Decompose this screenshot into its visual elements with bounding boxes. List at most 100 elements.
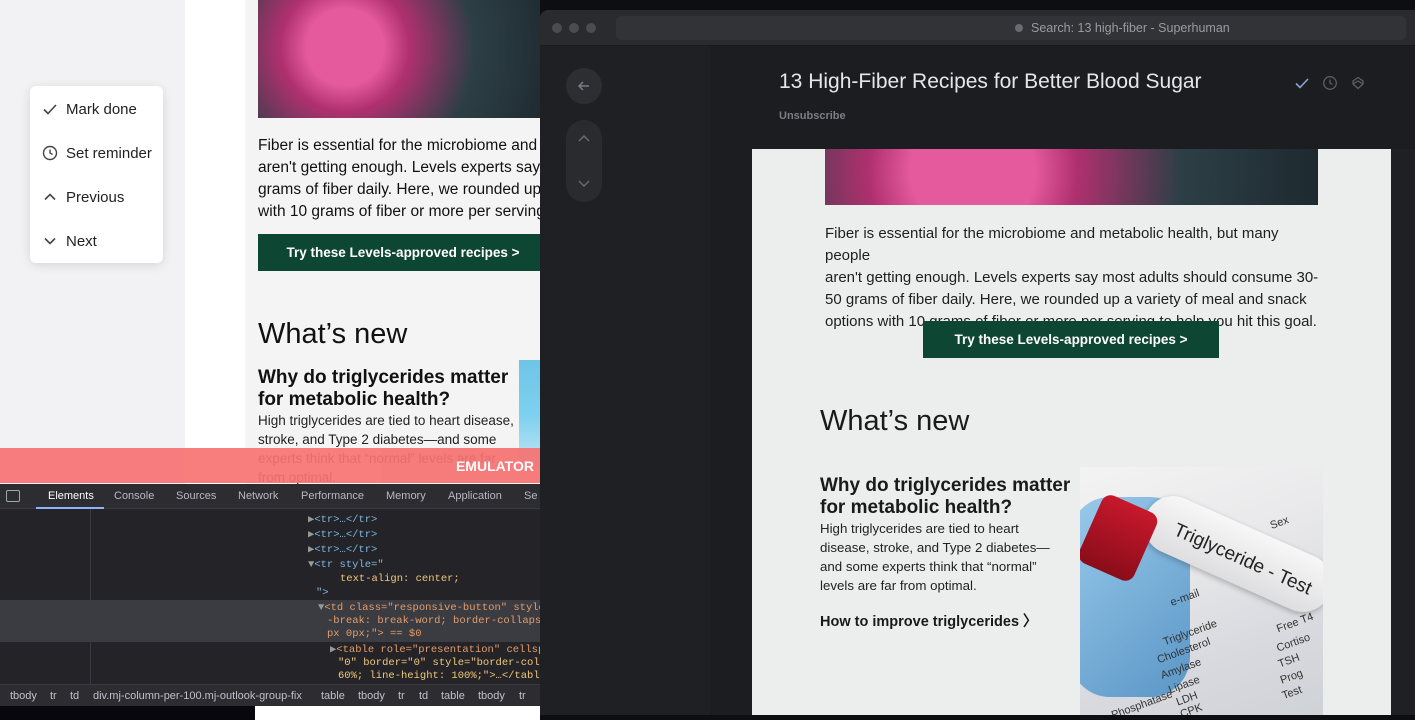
breadcrumb-item[interactable]: tr (519, 690, 526, 702)
code-text: "> (316, 587, 329, 599)
superhuman-window: Search: 13 high-fiber - Superhuman 13 Hi… (540, 10, 1415, 715)
done-check-icon[interactable] (1294, 75, 1310, 91)
tab-network[interactable]: Network (238, 490, 278, 502)
active-tab-indicator (36, 507, 104, 509)
menu-item-label: Previous (66, 188, 125, 206)
window-titlebar: Search: 13 high-fiber - Superhuman (540, 10, 1415, 46)
menu-item-label: Set reminder (66, 144, 152, 162)
breadcrumb-item[interactable]: td (419, 690, 428, 702)
message-navigation (566, 120, 602, 202)
form-text: Sex (1268, 514, 1291, 532)
chevron-down-icon[interactable] (577, 176, 591, 190)
clock-icon[interactable] (1322, 75, 1338, 91)
dom-node[interactable]: ▶<tr>…</tr> (308, 544, 377, 557)
menu-item-mark-done[interactable]: Mark done (42, 97, 137, 121)
breadcrumb-item[interactable]: table (441, 690, 465, 702)
emulator-label: EMULATOR (455, 458, 534, 474)
code-text: <tr>…</tr> (314, 544, 378, 556)
article-body: High triglycerides are tied to heart dis… (820, 521, 1050, 593)
form-text: Test (1280, 683, 1304, 703)
device-toolbar-icon[interactable] (6, 490, 20, 502)
left-para-line: with 10 grams of fiber or more per servi… (258, 203, 540, 220)
window-close-button[interactable] (552, 23, 562, 33)
tab-memory[interactable]: Memory (386, 490, 426, 502)
menu-item-label: Mark done (66, 100, 137, 118)
menu-item-previous[interactable]: Previous (42, 185, 124, 209)
breadcrumb-item[interactable]: td (70, 690, 79, 702)
back-button[interactable] (566, 68, 602, 104)
form-text: Prog (1278, 667, 1305, 687)
para-line: 50 grams of fiber daily. Here, we rounde… (825, 291, 1307, 308)
left-whats-new-heading: What’s new (258, 318, 408, 350)
menu-item-label: Next (66, 232, 97, 250)
left-para-line: Fiber is essential for the microbiome an… (258, 137, 540, 154)
breadcrumb-item[interactable]: tbody (358, 690, 385, 702)
emulator-banner: EMULATOR (0, 448, 540, 483)
devtools-panel: Elements Console Sources Network Perform… (0, 484, 548, 706)
window-minimize-button[interactable] (569, 23, 579, 33)
menu-item-set-reminder[interactable]: Set reminder (42, 141, 152, 165)
check-icon (43, 104, 57, 115)
menu-item-next[interactable]: Next (42, 229, 97, 253)
reader-right-gutter (1391, 149, 1415, 715)
tab-console[interactable]: Console (114, 490, 154, 502)
dom-node[interactable]: ▶<table role="presentation" cellsp (330, 644, 544, 657)
code-text: <tr style=" (314, 559, 384, 571)
code-text: <td class="responsive-button" style (324, 602, 545, 614)
breadcrumb-item[interactable]: tbody (10, 690, 37, 702)
breadcrumb-item[interactable]: tr (398, 690, 405, 702)
left-para-line: grams of fiber daily. Here, we rounded u… (258, 181, 540, 198)
left-cta-button[interactable]: Try these Levels-approved recipes > (258, 234, 540, 271)
code-text: 60%; line-height: 100%;">…</tabl (338, 670, 540, 682)
dom-node-selected[interactable]: ▼<td class="responsive-button" style (318, 602, 545, 615)
unsubscribe-link[interactable]: Unsubscribe (779, 110, 846, 122)
window-title-bar-field (616, 16, 1406, 40)
tab-security[interactable]: Se (524, 490, 537, 502)
dom-node[interactable]: ▶<tr>…</tr> (308, 514, 377, 527)
tab-sources[interactable]: Sources (176, 490, 216, 502)
chevron-up-icon (44, 193, 56, 201)
email-body: Fiber is essential for the microbiome an… (752, 149, 1391, 715)
code-text: <tr>…</tr> (314, 514, 378, 526)
clock-icon (42, 145, 58, 161)
breadcrumb-item[interactable]: tr (50, 690, 57, 702)
devtools-gutter (90, 509, 91, 684)
left-hero-image (258, 0, 540, 118)
code-text: -break: break-word; border-collapse (327, 615, 548, 627)
whats-new-heading: What’s new (820, 405, 970, 437)
breadcrumb-item[interactable]: tbody (478, 690, 505, 702)
tab-performance[interactable]: Performance (301, 490, 364, 502)
tab-elements[interactable]: Elements (48, 490, 94, 502)
arrow-left-icon (577, 81, 589, 91)
form-text: Free T4 (1275, 610, 1316, 636)
label-icon[interactable] (1350, 75, 1366, 91)
article-link[interactable]: How to improve triglycerides 〉 (820, 610, 1038, 631)
code-text: text-align: center; (340, 573, 460, 585)
form-text: Cortiso (1274, 631, 1312, 655)
dom-node[interactable]: ▶<tr>…</tr> (308, 529, 377, 542)
chevron-down-icon (44, 237, 56, 245)
code-text: <table role="presentation" cellsp (336, 644, 545, 656)
recipes-cta-button[interactable]: Try these Levels-approved recipes > (923, 321, 1219, 358)
breadcrumb-item[interactable]: div.mj-column-per-100.mj-outlook-group-f… (93, 690, 302, 702)
para-line: Fiber is essential for the microbiome an… (825, 225, 1279, 264)
left-strip (185, 0, 245, 490)
article-title[interactable]: Why do triglycerides matter for metaboli… (820, 475, 1075, 519)
tab-application[interactable]: Application (448, 490, 502, 502)
email-hero-image (825, 149, 1318, 205)
window-zoom-button[interactable] (586, 23, 596, 33)
left-article-title[interactable]: Why do triglycerides matter for metaboli… (258, 367, 518, 411)
code-text: "0" border="0" style="border-coll (338, 657, 546, 669)
email-intro-paragraph: Fiber is essential for the microbiome an… (825, 223, 1325, 333)
code-text: px 0px;"> == $0 (327, 628, 422, 640)
code-text: <tr>…</tr> (314, 529, 378, 541)
window-title: Search: 13 high-fiber - Superhuman (1031, 21, 1230, 35)
chevron-up-icon[interactable] (577, 132, 591, 146)
devtools-breadcrumb: tbody tr td div.mj-column-per-100.mj-out… (0, 684, 540, 706)
triglyceride-test-image: e-mail Triglyceride Cholesterol Amylase … (1080, 467, 1323, 715)
dom-node[interactable]: ▼<tr style=" (308, 559, 384, 572)
left-para-line: aren't getting enough. Levels experts sa… (258, 159, 540, 176)
email-subject: 13 High-Fiber Recipes for Better Blood S… (779, 70, 1202, 93)
bottom-strip (0, 706, 540, 720)
breadcrumb-item[interactable]: table (321, 690, 345, 702)
